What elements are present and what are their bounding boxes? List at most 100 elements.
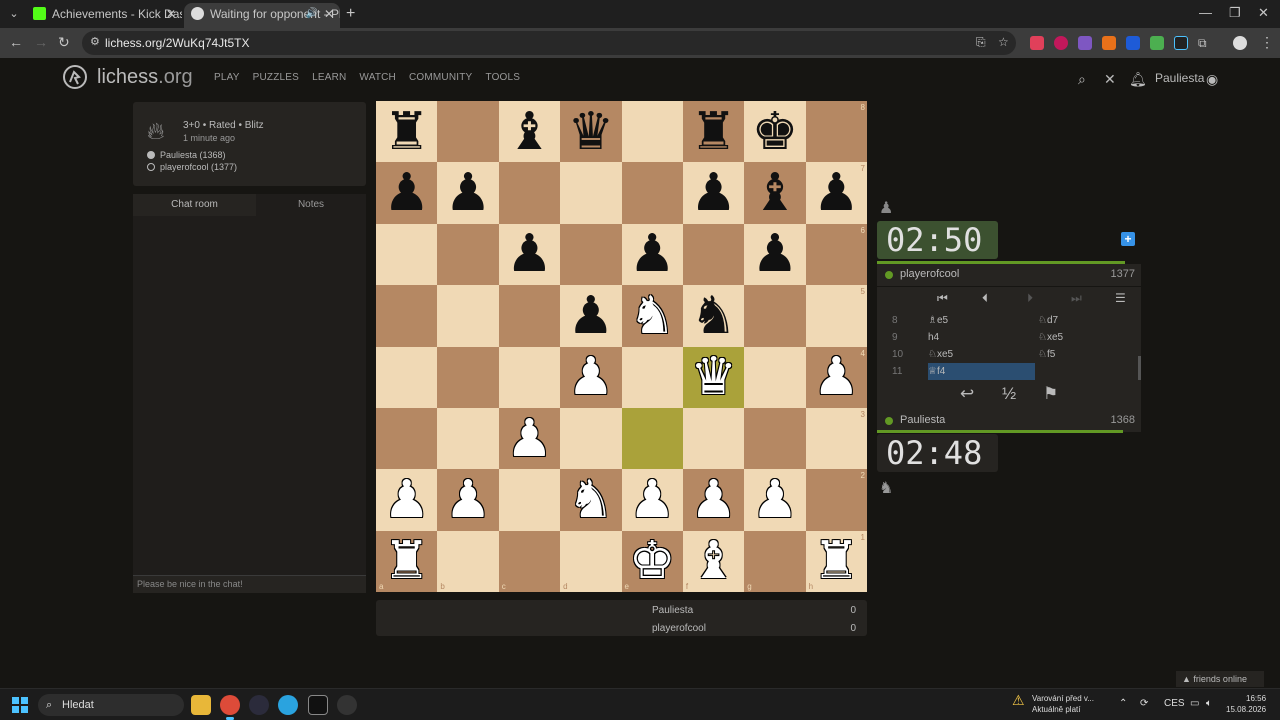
square-h3[interactable]: 3 [805,407,867,470]
offer-draw-button[interactable]: ½ [1002,384,1016,404]
bookmark-star-icon[interactable]: ☆ [998,35,1009,49]
close-icon[interactable]: ✕ [166,3,176,25]
resign-button[interactable]: ⚑ [1043,384,1058,404]
browser-menu-icon[interactable]: ⋮ [1260,34,1274,51]
takeback-button[interactable]: ↩ [960,384,974,404]
square-e3[interactable] [621,407,683,470]
square-h4[interactable]: ♟ 4 [805,346,867,408]
white-pawn-icon[interactable]: ♟ [690,474,737,526]
speaker-icon[interactable]: 🔊 [306,3,318,25]
nav-watch[interactable]: WATCH [359,72,396,83]
square-f8[interactable]: ♜ [682,101,745,163]
black-pawn-icon[interactable]: ♟ [629,228,676,280]
move-black[interactable]: ♘f5 [1038,349,1055,360]
square-c1[interactable]: c [498,530,561,592]
tray-chevron-icon[interactable]: ⌃ [1119,698,1127,709]
black-pawn-icon[interactable]: ♟ [813,167,860,219]
square-f2[interactable]: ♟ [682,469,745,531]
nav-play[interactable]: PLAY [214,72,240,83]
square-a6[interactable] [376,223,438,286]
tab-lichess[interactable]: Waiting for opponent - Pla 🔊 ✕ [184,3,340,28]
reload-icon[interactable]: ↻ [58,34,70,51]
square-a7[interactable]: ♟ [376,162,438,224]
square-c5[interactable] [498,285,561,347]
square-d2[interactable]: ♞ [560,469,622,531]
square-b7[interactable]: ♟ [437,162,499,224]
move-black[interactable]: ♘xe5 [1038,332,1063,343]
square-h7[interactable]: ♟ 7 [805,162,867,224]
square-a8[interactable]: ♜ [376,101,438,163]
opponent-row[interactable]: playerofcool 1377 [877,264,1141,286]
close-icon[interactable]: ✕ [324,3,334,25]
square-b6[interactable] [437,223,499,286]
minimize-icon[interactable]: — [1199,5,1212,20]
nav-community[interactable]: COMMUNITY [409,72,472,83]
square-f5[interactable]: ♞ [682,285,745,347]
extension-icon[interactable] [1078,36,1092,50]
install-icon[interactable]: ⎘ [976,35,986,50]
sync-icon[interactable]: ⟳ [1140,698,1148,709]
forward-icon[interactable]: → [34,34,48,50]
white-pawn-icon[interactable]: ♟ [506,413,553,465]
system-clock[interactable]: 16:56 15.08.2026 [1226,693,1266,715]
bell-icon[interactable]: 🔔︎ [1129,71,1147,88]
nav-tools[interactable]: TOOLS [485,72,520,83]
square-b3[interactable] [437,407,499,470]
square-c6[interactable]: ♟ [498,223,561,286]
square-e8[interactable] [621,101,683,163]
square-h5[interactable]: 5 [805,285,867,347]
square-b4[interactable] [437,346,499,408]
prev-move-icon[interactable]: ⏴ [982,291,988,306]
square-d4[interactable]: ♟ [560,346,622,408]
obs-icon[interactable] [249,695,269,715]
volume-icon[interactable]: 🔈︎ [1206,698,1212,709]
black-queen-icon[interactable]: ♛ [568,106,615,158]
network-icon[interactable]: ▭ [1190,698,1199,709]
square-d1[interactable]: d [560,530,622,592]
square-a4[interactable] [376,346,438,408]
language-indicator[interactable]: CES [1164,698,1185,709]
extension-icon[interactable] [1174,36,1188,50]
square-f1[interactable]: ♝ f [682,530,745,592]
chess-board[interactable]: ♜ ♝ ♛ ♜ ♚ 8 ♟ ♟ ♟ ♝ ♟ 7 ♟ ♟ ♟ 6 ♟ ♞ ♞ 5 ♟ ♛ ♟ 4 ♟ 3 ♟ ♟ ♞ ♟ ♟ ♟ 2 ♜ a b c d ♚ e… [376,101,867,592]
black-bishop-icon[interactable]: ♝ [506,106,553,158]
square-b8[interactable] [437,101,499,163]
next-move-icon[interactable]: ⏵ [1027,291,1033,306]
black-rook-icon[interactable]: ♜ [383,106,430,158]
square-g7[interactable]: ♝ [744,162,806,224]
windows-start-icon[interactable] [12,697,28,713]
chrome-icon[interactable] [220,695,240,720]
new-tab-button[interactable]: + [346,5,355,23]
black-bishop-icon[interactable]: ♝ [752,167,799,219]
move-white[interactable]: h4 [928,332,1035,343]
square-a3[interactable] [376,407,438,470]
site-info-icon[interactable]: ⚙ [90,35,100,48]
app-icon[interactable] [337,695,357,715]
profile-avatar-icon[interactable] [1233,36,1247,50]
window-close-icon[interactable]: ✕ [1258,5,1269,21]
square-e7[interactable] [621,162,683,224]
friends-online-button[interactable]: ▲ friends online [1176,671,1264,687]
square-g2[interactable]: ♟ [744,469,806,531]
square-c3[interactable]: ♟ [498,407,561,470]
square-c2[interactable] [498,469,561,531]
nav-learn[interactable]: LEARN [312,72,346,83]
square-e6[interactable]: ♟ [621,223,683,286]
black-pawn-icon[interactable]: ♟ [690,167,737,219]
first-move-icon[interactable]: ⏮ [937,291,948,306]
square-f6[interactable] [682,223,745,286]
file-explorer-icon[interactable] [191,695,211,715]
extension-icon[interactable] [1054,36,1068,50]
square-a2[interactable]: ♟ [376,469,438,531]
square-h8[interactable]: 8 [805,101,867,163]
black-rook-icon[interactable]: ♜ [690,106,737,158]
square-d5[interactable]: ♟ [560,285,622,347]
extension-icon[interactable] [1102,36,1116,50]
white-bishop-icon[interactable]: ♝ [690,535,737,587]
player-white[interactable]: Pauliesta (1368) [147,150,226,160]
capcut-icon[interactable] [308,695,328,715]
tab-kick-dashboard[interactable]: Achievements - Kick Dashboard ✕ [26,3,182,25]
abp-extension-icon[interactable] [1030,36,1044,50]
menu-icon[interactable]: ☰ [1115,291,1126,305]
square-b5[interactable] [437,285,499,347]
